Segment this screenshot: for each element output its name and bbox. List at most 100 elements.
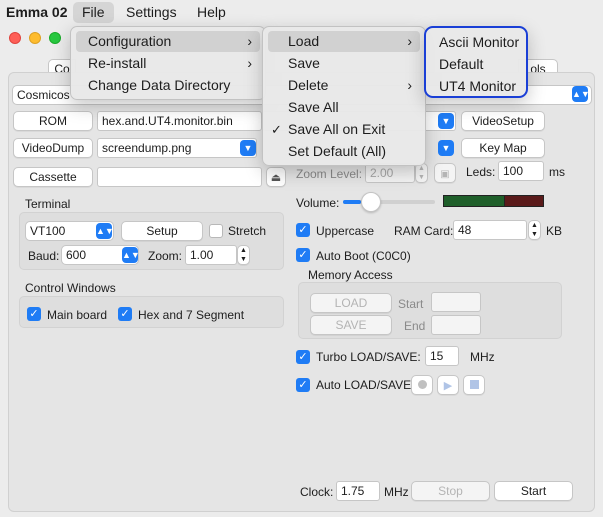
zoom-level-label: Zoom Level: xyxy=(296,167,363,181)
menu-item-save-all-label: Save All xyxy=(288,99,339,115)
chevron-right-icon: › xyxy=(407,77,412,93)
memory-end-input[interactable] xyxy=(431,315,481,335)
menu-item-configuration-label: Configuration xyxy=(88,33,172,49)
hex-segment-checkbox[interactable]: ✓ xyxy=(118,307,132,321)
fullscreen-button[interactable]: ▣ xyxy=(434,163,456,183)
load-submenu: Ascii Monitor Default UT4 Monitor xyxy=(424,26,528,98)
terminal-zoom-input[interactable]: 1.00 xyxy=(185,245,237,265)
menu-item-save-all-on-exit-label: Save All on Exit xyxy=(288,121,386,137)
menu-item-delete-label: Delete xyxy=(288,77,329,93)
main-board-checkbox[interactable]: ✓ xyxy=(27,307,41,321)
turbo-input[interactable]: 15 xyxy=(425,346,459,366)
control-windows-title: Control Windows xyxy=(25,281,116,295)
cassette-button[interactable]: Cassette xyxy=(13,167,93,187)
screen-icon: ▣ xyxy=(440,169,450,180)
menu-item-save[interactable]: Save xyxy=(268,53,420,74)
clock-unit: MHz xyxy=(384,485,409,499)
memory-load-button[interactable]: LOAD xyxy=(310,293,392,313)
volume-label: Volume: xyxy=(296,196,340,210)
menu-item-set-default[interactable]: Set Default (All) xyxy=(268,141,420,162)
leds-input[interactable]: 100 xyxy=(498,161,544,181)
clock-label: Clock: xyxy=(300,485,334,499)
ram-card-input[interactable]: 48 xyxy=(453,220,527,240)
chevron-right-icon: › xyxy=(247,33,252,49)
app-menu[interactable]: Emma 02 xyxy=(2,2,71,23)
menu-settings[interactable]: Settings xyxy=(117,2,186,23)
menu-item-save-all-on-exit[interactable]: ✓ Save All on Exit xyxy=(268,119,420,140)
record-icon xyxy=(417,380,427,389)
videodump-chevron-icon[interactable]: ▼ xyxy=(240,140,256,156)
uppercase-checkbox[interactable]: ✓ xyxy=(296,223,310,237)
hex-segment-label: Hex and 7 Segment xyxy=(138,308,245,322)
terminal-title: Terminal xyxy=(25,197,71,211)
menu-item-load-label: Load xyxy=(288,33,320,49)
keymap-button[interactable]: Key Map xyxy=(461,138,545,158)
baud-label: Baud: xyxy=(28,249,60,263)
zoom-level-stepper[interactable]: ▲ ▼ xyxy=(415,163,428,183)
menu-item-ut4-monitor-label: UT4 Monitor xyxy=(439,78,517,94)
memory-save-button[interactable]: SAVE xyxy=(310,315,392,335)
baud-chevron-icon[interactable]: ▲▼ xyxy=(122,247,140,263)
minimize-window-icon[interactable] xyxy=(29,32,41,44)
ram-card-stepper[interactable]: ▲ ▼ xyxy=(528,220,541,240)
menu-item-ut4-monitor[interactable]: UT4 Monitor xyxy=(429,76,523,97)
volume-level-meter xyxy=(443,195,544,207)
terminal-setup-button[interactable]: Setup xyxy=(121,221,203,241)
menu-item-save-all[interactable]: Save All xyxy=(268,97,420,118)
main-board-label: Main board xyxy=(47,308,108,322)
file-menu: Configuration › Re-install › Change Data… xyxy=(70,26,266,100)
autoload-checkbox[interactable]: ✓ xyxy=(296,378,310,392)
rom-select-chevron-icon[interactable]: ▼ xyxy=(438,113,454,129)
menu-item-load[interactable]: Load › xyxy=(268,31,420,52)
menu-file[interactable]: File xyxy=(73,2,114,23)
record-button[interactable] xyxy=(411,375,433,395)
video-select-chevron-icon[interactable]: ▼ xyxy=(438,140,454,156)
eject-button[interactable]: ⏏ xyxy=(266,167,286,187)
stop-button[interactable]: Stop xyxy=(411,481,490,501)
eject-icon: ⏏ xyxy=(270,172,282,184)
turbo-label: Turbo LOAD/SAVE: xyxy=(316,350,421,364)
leds-unit: ms xyxy=(549,165,565,179)
zoom-window-icon[interactable] xyxy=(49,32,61,44)
menu-item-configuration[interactable]: Configuration › xyxy=(76,31,260,52)
rom-file-input[interactable]: hex.and.UT4.monitor.bin xyxy=(97,111,262,131)
terminal-zoom-stepper[interactable]: ▲ ▼ xyxy=(237,245,250,265)
menu-item-reinstall[interactable]: Re-install › xyxy=(76,53,260,74)
leds-label: Leds: xyxy=(466,165,496,179)
terminal-zoom-label: Zoom: xyxy=(148,249,183,263)
computer-select-chevron-icon[interactable]: ▲▼ xyxy=(572,86,590,102)
play-button[interactable]: ▶ xyxy=(437,375,459,395)
autoload-label: Auto LOAD/SAVE xyxy=(316,378,412,392)
menu-item-change-data-directory[interactable]: Change Data Directory xyxy=(76,75,260,96)
memory-end-label: End xyxy=(404,319,426,333)
rom-button[interactable]: ROM xyxy=(13,111,93,131)
configuration-submenu: Load › Save Delete › Save All ✓ Save All… xyxy=(262,26,426,166)
autoboot-label: Auto Boot (C0C0) xyxy=(316,249,411,263)
videodump-file-input[interactable]: screendump.png xyxy=(97,138,257,158)
cassette-file-input[interactable] xyxy=(97,167,262,187)
stretch-checkbox[interactable] xyxy=(209,224,223,238)
start-button[interactable]: Start xyxy=(494,481,573,501)
videosetup-button[interactable]: VideoSetup xyxy=(461,111,545,131)
zoom-level-input[interactable]: 2.00 xyxy=(365,163,415,183)
menu-item-reinstall-label: Re-install xyxy=(88,55,147,71)
videodump-button[interactable]: VideoDump xyxy=(13,138,93,158)
close-window-icon[interactable] xyxy=(9,32,21,44)
menu-item-ascii-monitor[interactable]: Ascii Monitor xyxy=(429,32,523,53)
menu-item-change-data-directory-label: Change Data Directory xyxy=(88,77,231,93)
menu-help[interactable]: Help xyxy=(188,2,235,23)
stop-tape-button[interactable] xyxy=(463,375,485,395)
turbo-checkbox[interactable]: ✓ xyxy=(296,350,310,364)
menu-item-set-default-label: Set Default (All) xyxy=(288,143,387,159)
ram-card-unit: KB xyxy=(546,224,563,238)
memory-start-input[interactable] xyxy=(431,292,481,312)
clock-input[interactable]: 1.75 xyxy=(336,481,380,501)
stop-icon xyxy=(469,380,479,389)
ram-card-label: RAM Card: xyxy=(394,224,454,238)
volume-slider[interactable] xyxy=(343,192,435,212)
menu-item-delete[interactable]: Delete › xyxy=(268,75,420,96)
stretch-label: Stretch xyxy=(228,224,267,238)
autoboot-checkbox[interactable]: ✓ xyxy=(296,248,310,262)
terminal-type-chevron-icon[interactable]: ▲▼ xyxy=(96,223,114,239)
menu-item-default[interactable]: Default xyxy=(429,54,523,75)
